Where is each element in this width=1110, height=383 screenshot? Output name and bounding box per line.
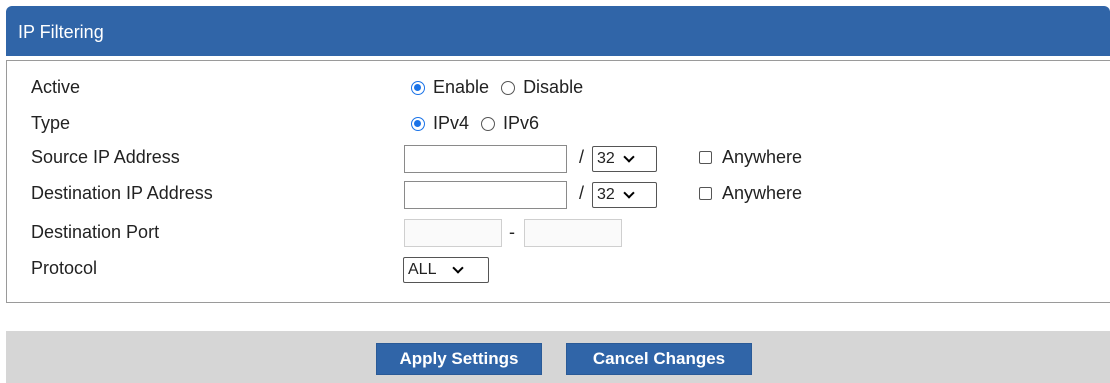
dest-port-label: Destination Port [31, 222, 160, 242]
panel-title: IP Filtering [18, 22, 104, 42]
type-row: Type IPv4 IPv6 [7, 109, 1110, 139]
ipv4-radio[interactable] [411, 116, 425, 131]
enable-radio-label[interactable]: Enable [433, 77, 489, 98]
active-row: Active Enable Disable [7, 73, 1110, 103]
enable-radio[interactable] [411, 80, 425, 95]
dest-ip-prefix-select[interactable]: 32 [592, 182, 657, 208]
source-ip-slash: / [579, 147, 585, 167]
protocol-select[interactable]: ALL [403, 257, 489, 283]
ipv6-radio[interactable] [481, 116, 496, 131]
dest-port-from-input[interactable] [404, 219, 502, 247]
apply-settings-button[interactable]: Apply Settings [376, 343, 542, 375]
dest-ip-prefix-value: 32 [597, 186, 615, 203]
protocol-row: Protocol ALL [7, 254, 1110, 284]
form-panel: Active Enable Disable Type IPv4 IPv6 Sou… [6, 60, 1110, 303]
protocol-value: ALL [408, 261, 437, 278]
source-ip-prefix-value: 32 [597, 150, 615, 167]
chevron-down-icon [623, 186, 635, 199]
source-ip-row: Source IP Address / 32 Anywhere [7, 143, 1110, 173]
type-label: Type [31, 113, 71, 133]
source-ip-input[interactable] [404, 145, 567, 173]
dest-ip-row: Destination IP Address / 32 Anywhere [7, 179, 1110, 209]
dest-ip-input[interactable] [404, 181, 567, 209]
dest-ip-slash: / [579, 183, 585, 203]
dest-port-to-input[interactable] [524, 219, 622, 247]
source-ip-label: Source IP Address [31, 147, 180, 167]
source-ip-anywhere-checkbox[interactable] [699, 151, 712, 164]
ipv4-radio-label[interactable]: IPv4 [433, 113, 469, 134]
source-ip-prefix-select[interactable]: 32 [592, 146, 657, 172]
panel-header: IP Filtering [6, 6, 1110, 56]
chevron-down-icon [623, 150, 635, 163]
dest-ip-label: Destination IP Address [31, 183, 213, 203]
dest-ip-anywhere-label[interactable]: Anywhere [722, 183, 802, 204]
button-bar: Apply Settings Cancel Changes [6, 331, 1110, 383]
protocol-label: Protocol [31, 258, 98, 278]
disable-radio[interactable] [501, 80, 516, 95]
source-ip-anywhere-label[interactable]: Anywhere [722, 147, 802, 168]
active-label: Active [31, 77, 81, 97]
source-ip-anywhere[interactable]: Anywhere [699, 147, 802, 168]
disable-radio-label[interactable]: Disable [523, 77, 583, 98]
type-radio-group: IPv4 IPv6 [411, 113, 551, 134]
dest-port-row: Destination Port - [7, 218, 1110, 248]
dest-ip-anywhere[interactable]: Anywhere [699, 183, 802, 204]
active-radio-group: Enable Disable [411, 77, 595, 98]
ipv6-radio-label[interactable]: IPv6 [503, 113, 539, 134]
dest-ip-anywhere-checkbox[interactable] [699, 187, 712, 200]
chevron-down-icon [452, 261, 465, 274]
cancel-changes-button[interactable]: Cancel Changes [566, 343, 752, 375]
dest-port-separator: - [509, 222, 515, 242]
